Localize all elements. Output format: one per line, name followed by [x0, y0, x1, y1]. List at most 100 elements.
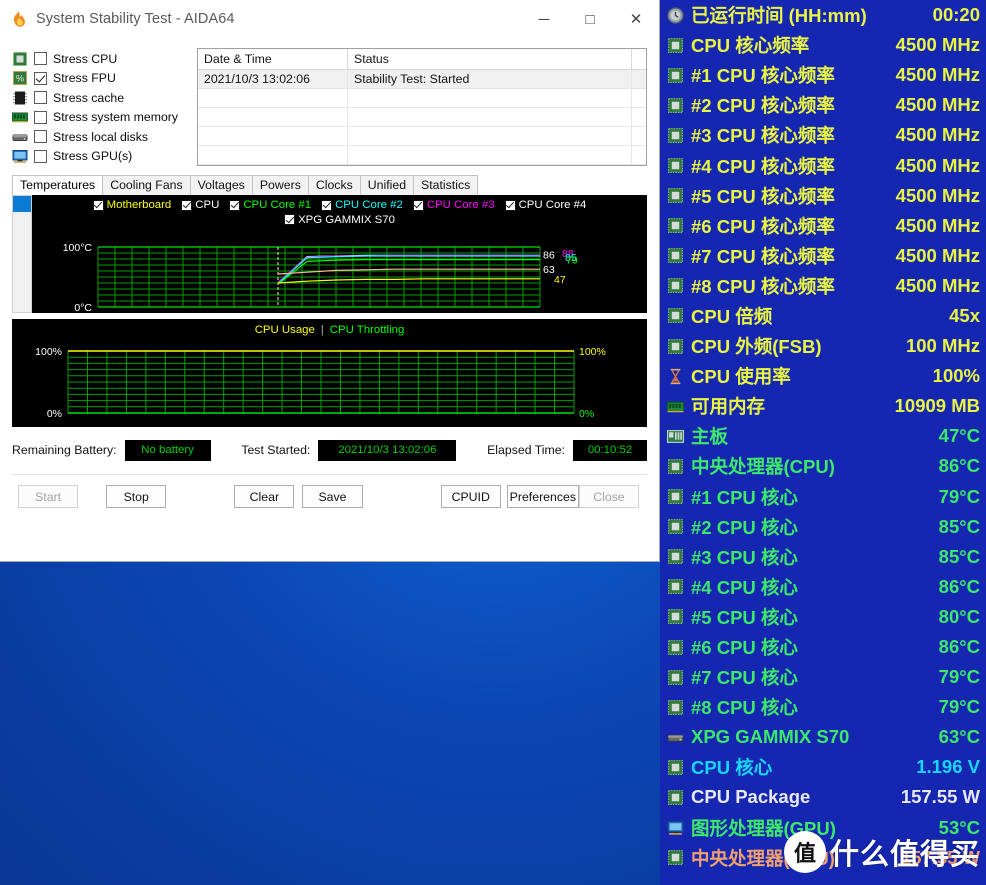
cpu-chip-icon: [667, 97, 684, 114]
close-window-button[interactable]: ✕: [613, 0, 659, 38]
stress-option-label: Stress GPU(s): [53, 149, 132, 163]
svg-text:0%: 0%: [47, 408, 62, 420]
cpu-chip-icon: [667, 608, 684, 625]
column-header-date[interactable]: Date & Time: [198, 49, 348, 69]
graph-vertical-scrollbar[interactable]: [12, 195, 32, 313]
osd-row-label: #2 CPU 核心: [691, 514, 798, 540]
osd-row-label: CPU Package: [691, 786, 810, 808]
osd-row-4: #3 CPU 核心频率 4500 MHz: [660, 120, 986, 150]
legend-label: Motherboard: [107, 199, 172, 211]
stress-option-5[interactable]: Stress GPU(s): [12, 147, 187, 166]
stress-option-2[interactable]: Stress cache: [12, 88, 187, 107]
stress-option-checkbox[interactable]: [34, 130, 47, 143]
osd-row-value: 53°C: [931, 817, 980, 839]
legend-checkbox[interactable]: [229, 200, 240, 211]
stress-option-checkbox[interactable]: [34, 52, 47, 65]
window-content: Stress CPU % Stress FPU Stress cache Str…: [0, 38, 659, 561]
osd-row-label: #3 CPU 核心频率: [691, 122, 835, 148]
cpuid-button[interactable]: CPUID: [441, 485, 501, 508]
window-titlebar[interactable]: System Stability Test - AIDA64 ─ □ ✕: [0, 0, 659, 38]
table-row-empty[interactable]: [198, 165, 646, 166]
temperature-graph-area: Motherboard CPU CPU Core #1 CPU Core #2 …: [12, 195, 647, 313]
cpu-chip-icon: [667, 338, 684, 355]
svg-text:0%: 0%: [579, 408, 594, 420]
table-row-empty[interactable]: [198, 146, 646, 165]
osd-row-label: #6 CPU 核心频率: [691, 213, 835, 239]
legend-item-5[interactable]: CPU Core #4: [505, 199, 587, 211]
osd-row-value: 4500 MHz: [888, 124, 980, 146]
table-row-empty[interactable]: [198, 108, 646, 127]
aida64-osd-sensor-panel: 已运行时间 (HH:mm) 00:20 CPU 核心频率 4500 MHz #1…: [660, 0, 986, 885]
stress-option-4[interactable]: Stress local disks: [12, 127, 187, 146]
stress-option-checkbox[interactable]: [34, 91, 47, 104]
osd-row-label: #1 CPU 核心: [691, 484, 798, 510]
tab-temperatures[interactable]: Temperatures: [12, 175, 103, 195]
tab-statistics[interactable]: Statistics: [413, 175, 478, 195]
osd-row-value: 157.55 W: [893, 847, 980, 869]
legend-checkbox[interactable]: [505, 200, 516, 211]
stress-option-3[interactable]: Stress system memory: [12, 108, 187, 127]
legend-item-6[interactable]: XPG GAMMIX S70: [284, 214, 395, 226]
tab-unified[interactable]: Unified: [360, 175, 414, 195]
cpu-chip-icon: [667, 548, 684, 565]
stop-button[interactable]: Stop: [106, 485, 166, 508]
usage-title-part-2: CPU Throttling: [330, 324, 405, 336]
osd-row-value: 4500 MHz: [888, 64, 980, 86]
tab-powers[interactable]: Powers: [252, 175, 309, 195]
preferences-button[interactable]: Preferences: [507, 485, 579, 508]
table-row-empty[interactable]: [198, 89, 646, 108]
osd-row-value: 157.55 W: [893, 786, 980, 808]
table-row-empty[interactable]: [198, 127, 646, 146]
legend-checkbox[interactable]: [321, 200, 332, 211]
minimize-button[interactable]: ─: [521, 0, 567, 38]
stress-option-checkbox[interactable]: [34, 72, 47, 85]
stress-option-label: Stress cache: [53, 91, 124, 105]
osd-row-label: CPU 外频(FSB): [691, 333, 822, 359]
osd-row-value: 85°C: [931, 546, 980, 568]
osd-row-label: #7 CPU 核心: [691, 664, 798, 690]
legend-item-3[interactable]: CPU Core #2: [321, 199, 403, 211]
cpu-chip-icon: [12, 51, 28, 67]
legend-checkbox[interactable]: [284, 214, 295, 225]
osd-row-2: #1 CPU 核心频率 4500 MHz: [660, 60, 986, 90]
legend-item-1[interactable]: CPU: [181, 199, 219, 211]
osd-row-label: CPU 核心频率: [691, 32, 809, 58]
legend-item-2[interactable]: CPU Core #1: [229, 199, 311, 211]
cpu-chip-icon: [667, 157, 684, 174]
tab-voltages[interactable]: Voltages: [190, 175, 253, 195]
elapsed-time-label: Elapsed Time:: [487, 443, 565, 457]
osd-row-14: 主板 47°C: [660, 421, 986, 451]
stress-option-label: Stress CPU: [53, 52, 117, 66]
osd-row-value: 79°C: [931, 696, 980, 718]
osd-row-label: #4 CPU 核心频率: [691, 153, 835, 179]
column-header-status[interactable]: Status: [348, 49, 632, 69]
osd-row-label: 已运行时间 (HH:mm): [691, 2, 867, 28]
legend-checkbox[interactable]: [181, 200, 192, 211]
tab-clocks[interactable]: Clocks: [308, 175, 361, 195]
stress-option-1[interactable]: % Stress FPU: [12, 69, 187, 88]
save-button[interactable]: Save: [302, 485, 362, 508]
svg-text:%: %: [16, 74, 24, 84]
osd-row-label: #4 CPU 核心: [691, 574, 798, 600]
legend-item-0[interactable]: Motherboard: [93, 199, 172, 211]
legend-checkbox[interactable]: [93, 200, 104, 211]
clear-button[interactable]: Clear: [234, 485, 294, 508]
table-row[interactable]: 2021/10/3 13:02:06 Stability Test: Start…: [198, 70, 646, 89]
legend-item-4[interactable]: CPU Core #3: [413, 199, 495, 211]
scrollbar-thumb[interactable]: [13, 196, 31, 212]
tab-cooling-fans[interactable]: Cooling Fans: [102, 175, 190, 195]
osd-row-20: #5 CPU 核心 80°C: [660, 602, 986, 632]
stress-option-checkbox[interactable]: [34, 111, 47, 124]
cache-chip-icon: [12, 90, 28, 106]
cpu-chip-icon: [667, 127, 684, 144]
osd-row-23: #8 CPU 核心 79°C: [660, 692, 986, 722]
event-log-table[interactable]: Date & TimeStatus 2021/10/3 13:02:06 Sta…: [197, 48, 647, 166]
cpu-chip-icon: [667, 639, 684, 656]
maximize-button[interactable]: □: [567, 0, 613, 38]
osd-row-value: 4500 MHz: [888, 215, 980, 237]
stress-option-0[interactable]: Stress CPU: [12, 49, 187, 68]
cpu-chip-icon: [667, 759, 684, 776]
stress-option-checkbox[interactable]: [34, 150, 47, 163]
temperature-plot: 100°C0°C13:02:06868885796347: [32, 237, 618, 313]
legend-checkbox[interactable]: [413, 200, 424, 211]
